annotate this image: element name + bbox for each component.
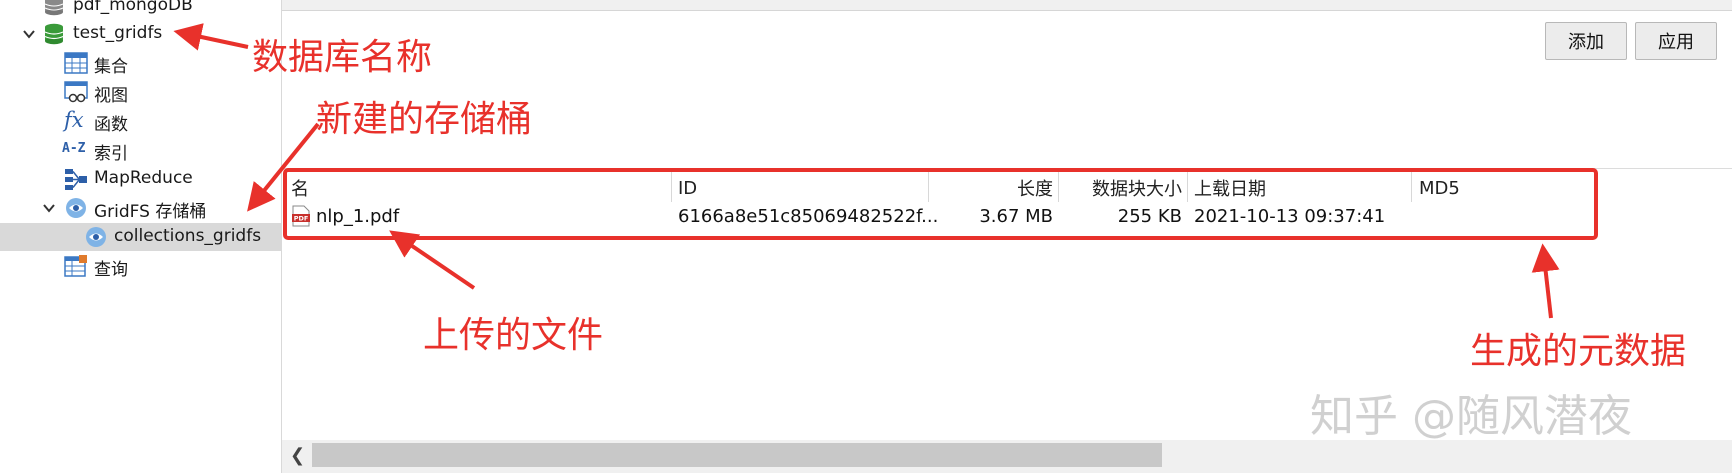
- tree-item-mapreduce[interactable]: MapReduce: [0, 165, 281, 193]
- apply-button[interactable]: 应用: [1635, 22, 1717, 60]
- tree-item-label: 视图: [94, 86, 128, 106]
- scrollbar-thumb[interactable]: [312, 443, 1162, 467]
- tree-item-test-gridfs[interactable]: test_gridfs: [0, 20, 281, 48]
- index-icon: A-Z: [62, 141, 86, 156]
- gridfs-bucket-icon: [66, 198, 86, 218]
- tree-item-views[interactable]: 视图: [0, 78, 281, 106]
- mapreduce-icon: [65, 169, 87, 190]
- tree-item-gridfs-buckets[interactable]: GridFS 存储桶: [0, 194, 281, 222]
- annotation-new-bucket: 新建的存储桶: [316, 99, 533, 140]
- horizontal-scrollbar[interactable]: ❮: [282, 440, 1732, 473]
- database-icon: [44, 0, 64, 16]
- scroll-left-arrow-icon[interactable]: ❮: [290, 445, 305, 466]
- tree-item-label: collections_gridfs: [114, 226, 262, 246]
- view-icon: [64, 81, 88, 103]
- tree-item-indexes[interactable]: A-Z 索引: [0, 136, 281, 164]
- chevron-down-icon[interactable]: [22, 27, 36, 41]
- database-icon: [44, 23, 64, 45]
- tree-item-label: GridFS 存储桶: [94, 202, 207, 222]
- tree-item-label: 索引: [94, 144, 128, 164]
- toolbar: [282, 0, 1732, 11]
- query-icon: [64, 255, 87, 277]
- annotation-db-name: 数据库名称: [252, 37, 433, 78]
- tree-item-label: 函数: [94, 115, 128, 135]
- tree-item-label: test_gridfs: [73, 23, 163, 43]
- tree-item-label: 集合: [94, 57, 128, 77]
- annotation-uploaded-file: 上传的文件: [423, 315, 604, 356]
- annotation-metadata: 生成的元数据: [1470, 331, 1687, 372]
- navigator-sidebar: pdf_mongoDB test_gridfs 集合 视图 fx 函数 A-Z …: [0, 0, 282, 473]
- chevron-down-icon[interactable]: [42, 201, 56, 215]
- metadata-highlight-box: [283, 168, 1598, 240]
- tree-item-collections[interactable]: 集合: [0, 49, 281, 77]
- function-icon: fx: [64, 108, 84, 132]
- watermark: 知乎 @随风潜夜: [1310, 391, 1632, 442]
- tree-item-label: MapReduce: [94, 168, 193, 188]
- tree-item-label: pdf_mongoDB: [73, 0, 193, 15]
- add-button[interactable]: 添加: [1545, 22, 1627, 60]
- tree-item-functions[interactable]: fx 函数: [0, 107, 281, 135]
- tree-item-label: 查询: [94, 260, 128, 280]
- tree-item-collections-gridfs[interactable]: collections_gridfs: [0, 223, 281, 251]
- gridfs-bucket-icon: [86, 227, 106, 247]
- tree-item-queries[interactable]: 查询: [0, 252, 281, 280]
- table-grid-icon: [64, 52, 88, 74]
- tree-item-pdf-mongodb[interactable]: pdf_mongoDB: [0, 0, 281, 20]
